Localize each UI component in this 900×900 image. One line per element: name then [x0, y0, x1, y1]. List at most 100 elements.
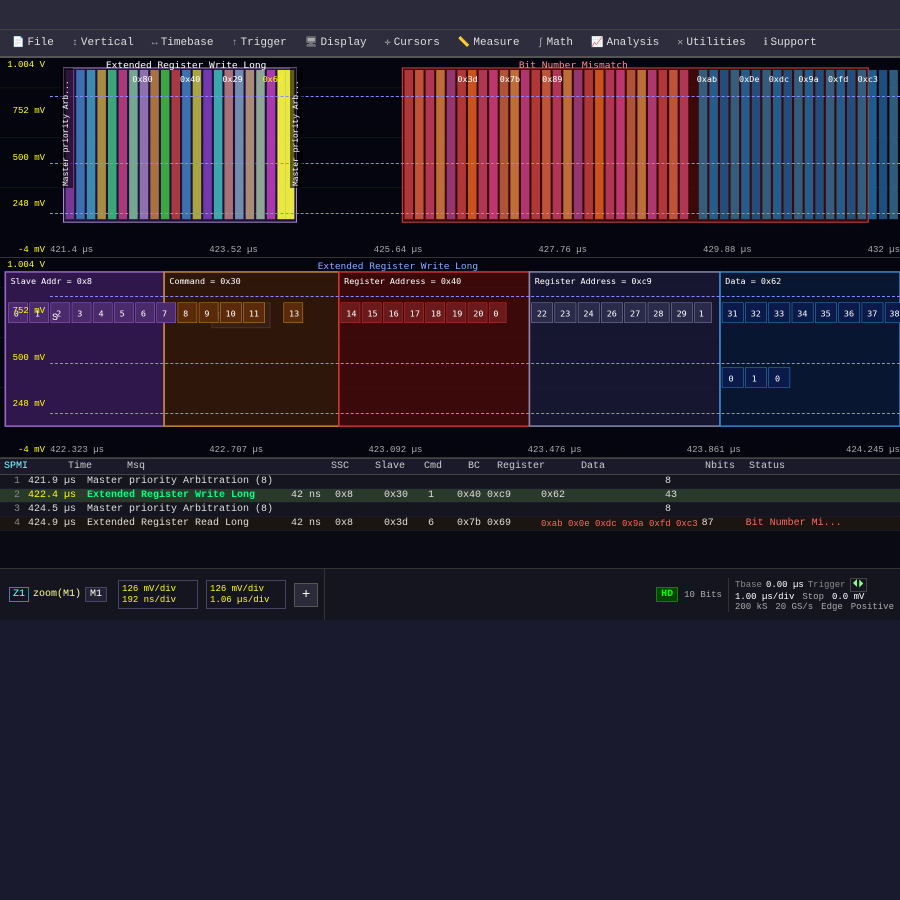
y-label-top-1: 752 mV: [2, 106, 48, 116]
status-bar: Z1 zoom(M1) M1 126 mV/div 192 ns/div 126…: [0, 568, 900, 620]
menu-vertical[interactable]: ↕ Vertical: [64, 34, 142, 52]
x-label-bot-4: 423.861 µs: [687, 445, 741, 455]
svg-text:22: 22: [537, 309, 547, 319]
menu-math[interactable]: ∫ Math: [530, 34, 581, 52]
row4-slave: 0x8: [335, 518, 380, 529]
menu-trigger[interactable]: ↑ Trigger: [224, 34, 295, 52]
row2-slave: 0x8: [335, 490, 380, 501]
wave-svg-top: Extended Register Write Long Bit Number …: [0, 58, 900, 257]
svg-text:35: 35: [821, 309, 831, 319]
y-labels-bottom: 1.004 V 752 mV 500 mV 248 mV -4 mV: [0, 258, 50, 457]
menu-cursors[interactable]: ✛ Cursors: [377, 34, 448, 52]
row4-ssc: 42 ns: [291, 518, 331, 529]
support-icon: ℹ: [764, 37, 768, 49]
row4-time: 424.9 µs: [28, 518, 83, 529]
svg-text:0: 0: [775, 374, 780, 384]
svg-text:1: 1: [699, 309, 704, 319]
x-label-bot-0: 422.323 µs: [50, 445, 104, 455]
row3-time: 424.5 µs: [28, 504, 83, 515]
bits-badge: 10 Bits: [684, 590, 722, 600]
tbase-section: Tbase 0.00 µs Trigger ⏴⏵ 1.00 µs/div Sto…: [728, 578, 894, 612]
th-bc: BC: [468, 461, 493, 472]
menu-measure-label: Measure: [473, 37, 519, 49]
x-label-top-3: 427.76 µs: [538, 245, 587, 255]
vertical-icon: ↕: [72, 38, 78, 49]
svg-text:5: 5: [120, 309, 125, 319]
ch1-info: 126 mV/div 192 ns/div: [118, 580, 198, 609]
trigger-label: Trigger: [808, 580, 846, 590]
trigger-type: Edge: [821, 602, 843, 612]
menu-analysis[interactable]: 📈 Analysis: [583, 34, 667, 52]
svg-text:0x29: 0x29: [222, 74, 242, 84]
svg-text:0x3d: 0x3d: [457, 74, 477, 84]
menu-file[interactable]: 📄 File: [4, 34, 62, 52]
svg-text:10: 10: [226, 309, 236, 319]
menu-support[interactable]: ℹ Support: [756, 34, 825, 52]
row2-data: 0x62: [541, 490, 661, 501]
svg-text:15: 15: [367, 309, 377, 319]
svg-text:19: 19: [452, 309, 462, 319]
x-label-bot-2: 423.092 µs: [368, 445, 422, 455]
m1-label: M1: [85, 587, 107, 602]
th-msg: Msq: [127, 461, 327, 472]
svg-text:38: 38: [889, 309, 899, 319]
svg-text:18: 18: [431, 309, 441, 319]
s-label: S: [52, 313, 58, 324]
svg-text:37: 37: [867, 309, 877, 319]
menu-measure[interactable]: 📏 Measure: [450, 34, 528, 52]
svg-text:0x89: 0x89: [542, 74, 562, 84]
measure-icon: 📏: [458, 37, 470, 49]
table-row: 4 424.9 µs Extended Register Read Long 4…: [0, 517, 900, 531]
menu-utilities[interactable]: ✕ Utilities: [669, 34, 753, 52]
svg-text:27: 27: [630, 309, 640, 319]
cursors-icon: ✛: [385, 37, 391, 49]
menu-timebase-label: Timebase: [161, 37, 214, 49]
svg-text:6: 6: [141, 309, 146, 319]
svg-text:Data = 0x62: Data = 0x62: [725, 276, 781, 286]
row2-msg: Extended Register Write Long: [87, 490, 287, 501]
trigger-dc-icon: ⏴⏵: [850, 578, 867, 592]
menu-timebase[interactable]: ↔ Timebase: [144, 34, 222, 52]
svg-text:Extended Register Write Long: Extended Register Write Long: [318, 261, 478, 272]
utilities-icon: ✕: [677, 37, 683, 49]
data-table: SPMI Time Msq SSC Slave Cmd BC Register …: [0, 458, 900, 568]
row1-time: 421.9 µs: [28, 476, 83, 487]
hd-badge: HD: [656, 587, 678, 602]
row-num-1: 1: [4, 476, 24, 487]
zoom-section: Z1 zoom(M1) M1 126 mV/div 192 ns/div 126…: [0, 569, 325, 620]
x-label-top-4: 429.88 µs: [703, 245, 752, 255]
y-label-bot-1: 752 mV: [2, 306, 48, 316]
top-border: [0, 0, 900, 30]
menu-utilities-label: Utilities: [686, 37, 745, 49]
row3-msg: Master priority Arbitration (8): [87, 504, 287, 515]
row4-cmd: 0x3d: [384, 518, 424, 529]
svg-text:24: 24: [583, 309, 593, 319]
svg-text:31: 31: [727, 309, 737, 319]
svg-text:0xdc: 0xdc: [769, 74, 789, 84]
th-spmi: SPMI: [4, 461, 64, 472]
x-label-bot-1: 422.707 µs: [209, 445, 263, 455]
x-labels-bottom: 422.323 µs 422.707 µs 423.092 µs 423.476…: [50, 445, 900, 455]
x-label-top-2: 425.64 µs: [374, 245, 423, 255]
y-label-top-0: 1.004 V: [2, 60, 48, 70]
row3-nbits: 8: [665, 504, 705, 515]
menu-math-label: Math: [547, 37, 573, 49]
menu-display[interactable]: 🖥 Display: [297, 34, 375, 52]
th-slave: Slave: [375, 461, 420, 472]
menu-vertical-label: Vertical: [81, 37, 134, 49]
svg-text:0: 0: [728, 374, 733, 384]
y-labels-top: 1.004 V 752 mV 500 mV 248 mV -4 mV: [0, 58, 50, 257]
y-label-top-4: -4 mV: [2, 245, 48, 255]
svg-text:16: 16: [389, 309, 399, 319]
add-channel-button[interactable]: +: [294, 583, 318, 607]
th-time: Time: [68, 461, 123, 472]
analysis-icon: 📈: [591, 37, 603, 49]
ref-line-bot-3: [50, 413, 900, 414]
math-icon: ∫: [538, 38, 544, 49]
timebase-icon: ↔: [152, 38, 158, 49]
row2-nbits: 43: [665, 490, 705, 501]
svg-text:29: 29: [677, 309, 687, 319]
svg-text:20: 20: [473, 309, 483, 319]
row4-bc: 6: [428, 518, 453, 529]
ref-line-3: [50, 213, 900, 214]
